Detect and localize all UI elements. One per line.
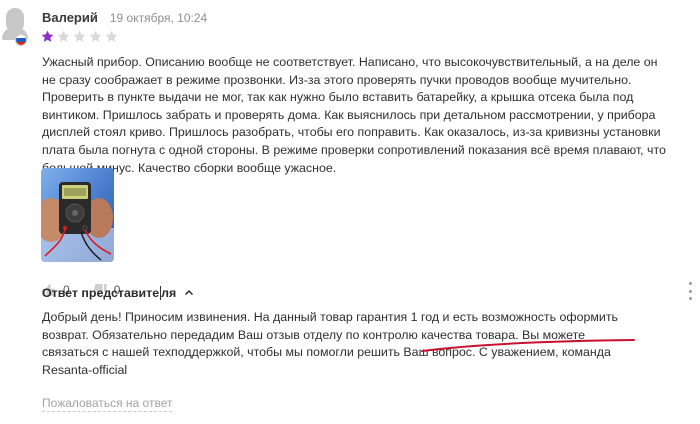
star-rating xyxy=(40,29,120,44)
complain-link[interactable]: Пожаловаться на ответ xyxy=(42,396,173,412)
russia-flag-icon xyxy=(15,34,27,46)
review-text: Ужасный прибор. Описанию вообще не соотв… xyxy=(42,55,666,175)
reply-title-part1: Ответ представите xyxy=(42,286,160,300)
review-photo-thumbnail[interactable] xyxy=(41,168,114,262)
reply-toggle[interactable]: Ответ представите ля xyxy=(42,286,194,300)
star-icon xyxy=(57,30,70,42)
author-name[interactable]: Валерий xyxy=(42,10,98,25)
star-icon xyxy=(105,30,118,42)
more-vertical-icon[interactable] xyxy=(687,282,693,300)
star-icon xyxy=(89,30,102,42)
review-date: 19 октября, 10:24 xyxy=(109,11,208,25)
star-icon-filled xyxy=(41,30,54,42)
chevron-up-icon xyxy=(185,289,194,296)
reply-text: Добрый день! Приносим извинения. На данн… xyxy=(42,310,618,377)
reply-title-part2: ля xyxy=(161,286,177,300)
multimeter-photo xyxy=(41,168,114,262)
review-header: Валерий 19 октября, 10:24 xyxy=(42,10,207,28)
star-icon xyxy=(73,30,86,42)
